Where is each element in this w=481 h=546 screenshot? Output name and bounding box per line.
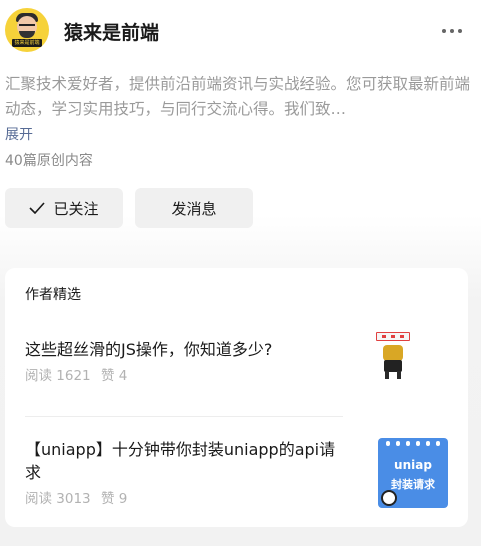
like-count: 赞 4	[100, 368, 128, 384]
expand-link[interactable]: 展开	[5, 124, 33, 144]
profile-header: 猿来是前端 猿来是前端	[0, 0, 481, 64]
check-icon	[29, 202, 46, 214]
article-thumbnail-2[interactable]: uniap 封装请求	[378, 438, 448, 508]
followed-button-label: 已关注	[53, 199, 99, 218]
more-options-icon[interactable]	[442, 29, 464, 35]
featured-section-title: 作者精选	[25, 287, 81, 303]
account-name: 猿来是前端	[64, 22, 160, 44]
divider	[25, 416, 343, 417]
avatar-tag: 猿来是前端	[12, 39, 42, 47]
avatar[interactable]: 猿来是前端	[5, 8, 49, 52]
article-title: 【uniapp】十分钟带你封装uniapp的api请求	[25, 440, 336, 482]
account-description: 汇聚技术爱好者，提供前沿前端资讯与实战经验。您可获取最新前端动态，学习实用技巧，…	[5, 75, 471, 118]
article-title: 这些超丝滑的JS操作，你知道多少?	[25, 340, 273, 359]
followed-button[interactable]: 已关注	[5, 188, 123, 228]
original-article-count: 40篇原创内容	[5, 153, 93, 169]
read-count: 阅读 3013	[25, 491, 91, 507]
like-count: 赞 9	[100, 491, 128, 507]
featured-articles-card: 作者精选 这些超丝滑的JS操作，你知道多少? 阅读 1621 赞 4 【unia…	[5, 268, 468, 527]
thumb-cover-text: uniap	[394, 458, 432, 472]
send-message-button[interactable]: 发消息	[135, 188, 253, 228]
send-message-label: 发消息	[171, 199, 217, 218]
read-count: 阅读 1621	[25, 368, 91, 384]
article-thumbnail-1[interactable]	[358, 314, 428, 384]
